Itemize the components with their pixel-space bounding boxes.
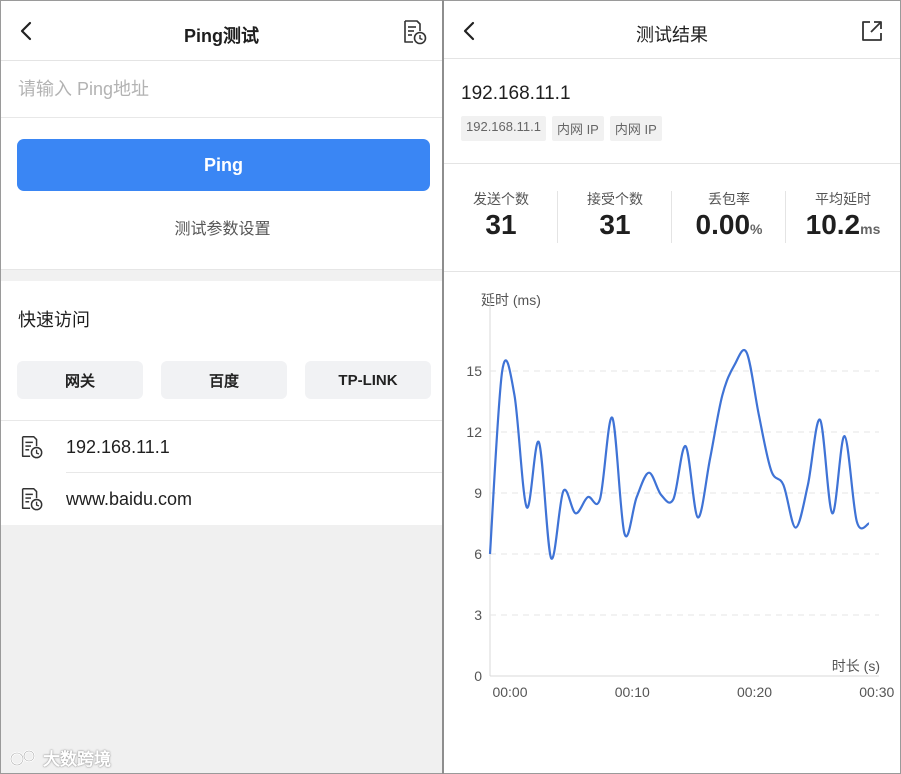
stat-label: 接受个数	[587, 191, 643, 207]
section-divider	[1, 269, 442, 281]
stat-divider	[557, 191, 558, 243]
stat-sent: 发送个数 31	[444, 189, 558, 241]
x-tick-label: 00:10	[615, 684, 650, 700]
stat-label: 丢包率	[708, 191, 750, 207]
ping-nav-bar: Ping测试	[1, 1, 442, 61]
history-log-icon	[21, 488, 43, 511]
result-nav-bar: 测试结果	[444, 1, 900, 59]
stat-loss-rate: 丢包率 0.00%	[672, 189, 786, 241]
history-item-address: 192.168.11.1	[66, 437, 170, 457]
quick-access-title: 快速访问	[18, 310, 90, 330]
empty-area	[1, 525, 442, 773]
stat-value: 0.00	[695, 209, 751, 240]
stat-unit: %	[750, 221, 763, 237]
x-tick-label: 00:00	[492, 684, 527, 700]
test-params-settings-link[interactable]: 测试参数设置	[1, 215, 442, 239]
y-tick-label: 12	[466, 424, 482, 440]
stats-summary: 发送个数 31 接受个数 31 丢包率 0.00% 平均延时 10.2ms	[444, 189, 900, 247]
x-tick-label: 00:30	[859, 684, 894, 700]
stat-label: 发送个数	[473, 191, 529, 207]
stat-value: 31	[599, 209, 631, 240]
ping-button[interactable]: Ping	[17, 139, 430, 191]
latency-series-line	[488, 348, 870, 560]
target-host: 192.168.11.1	[461, 83, 571, 104]
share-export-icon[interactable]	[858, 17, 886, 45]
latency-line-chart: 延时 (ms)时长 (s)0369121500:00 00:10 00:20 00:3…	[466, 292, 894, 700]
watermark-logo-icon	[9, 749, 36, 766]
quick-tplink-button[interactable]: TP-LINK	[305, 361, 431, 399]
host-tags: 192.168.11.1 内网 IP 内网 IP	[461, 116, 662, 141]
history-item[interactable]: 192.168.11.1	[1, 420, 442, 473]
stat-avg-latency: 平均延时 10.2ms	[786, 189, 900, 241]
y-tick-label: 0	[474, 668, 482, 684]
history-item[interactable]: www.baidu.com	[1, 473, 442, 526]
stat-value: 10.2	[805, 209, 861, 240]
host-tag: 内网 IP	[551, 116, 604, 141]
stat-unit: ms	[860, 221, 881, 237]
x-tick-label: 00:20	[737, 684, 772, 700]
y-tick-label: 9	[474, 485, 482, 501]
watermark-text: 大数跨境	[43, 750, 111, 769]
y-tick-label: 6	[474, 546, 482, 562]
stat-divider	[671, 191, 672, 243]
watermark: 大数跨境	[9, 745, 111, 770]
page-title: 测试结果	[636, 25, 708, 45]
page-title: Ping测试	[184, 26, 259, 46]
stat-divider	[785, 191, 786, 243]
stat-label: 平均延时	[815, 191, 871, 207]
y-tick-label: 3	[474, 607, 482, 623]
quick-gateway-button[interactable]: 网关	[17, 361, 143, 399]
host-tag: 192.168.11.1	[461, 116, 546, 141]
host-tag: 内网 IP	[609, 116, 662, 141]
stat-value: 31	[485, 209, 517, 240]
x-axis-label: 时长 (s)	[832, 658, 880, 674]
ping-address-input[interactable]	[1, 62, 442, 118]
section-divider	[444, 271, 900, 272]
ping-test-screen: Ping测试 Ping 测试参数设置 快速访问 网关 百度 TP-LINK 19…	[0, 0, 443, 774]
test-result-screen: 测试结果 192.168.11.1 192.168.11.1 内网 IP 内网 …	[444, 0, 901, 774]
row-divider	[66, 472, 442, 473]
history-log-icon[interactable]	[400, 18, 428, 46]
y-tick-label: 15	[466, 363, 482, 379]
history-log-icon	[21, 436, 43, 459]
stat-received: 接受个数 31	[558, 189, 672, 241]
section-divider	[444, 163, 900, 164]
history-item-address: www.baidu.com	[66, 489, 193, 509]
quick-baidu-button[interactable]: 百度	[161, 361, 287, 399]
